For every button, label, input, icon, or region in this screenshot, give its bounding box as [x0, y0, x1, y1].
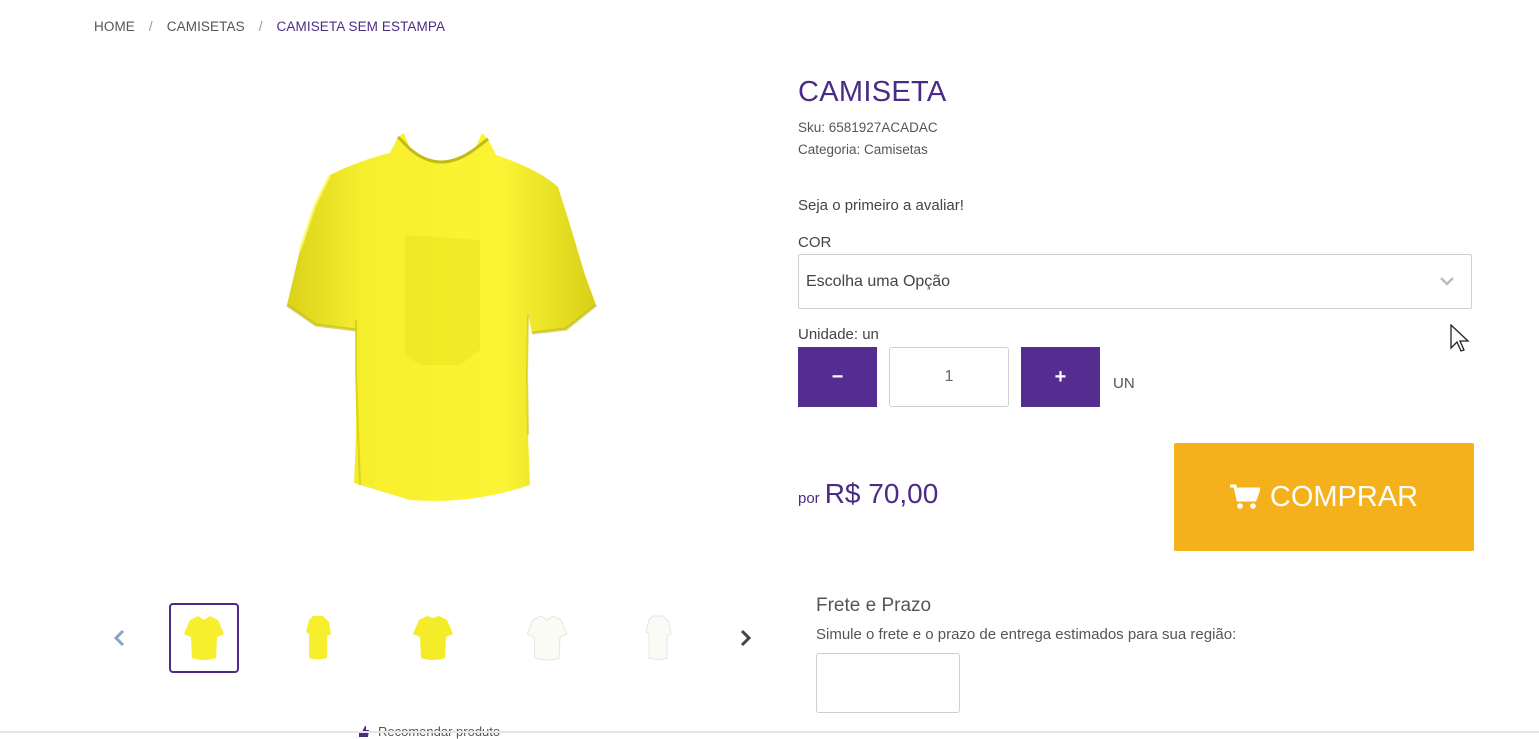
mouse-cursor-icon [1450, 324, 1470, 352]
buy-label: COMPRAR [1269, 480, 1419, 513]
unit-text: UN [1113, 375, 1135, 392]
breadcrumb-separator: / [258, 19, 263, 34]
yellow-tshirt-thumb [413, 616, 453, 660]
product-sku: Sku: 6581927ACADAC [798, 120, 938, 135]
increase-quantity-button[interactable]: + [1021, 347, 1100, 407]
tshirt-image [286, 133, 597, 501]
product-category: Categoria: Camisetas [798, 142, 928, 157]
zipcode-input[interactable] [816, 653, 960, 713]
gallery-thumb-3[interactable] [398, 603, 468, 673]
gallery-prev-arrow[interactable] [112, 628, 126, 648]
breadcrumb-home[interactable]: HOME [94, 19, 135, 34]
chevron-left-icon [113, 629, 125, 647]
breadcrumb-category[interactable]: CAMISETAS [167, 19, 245, 34]
breadcrumb: HOME / CAMISETAS / CAMISETA SEM ESTAMPA [94, 19, 445, 34]
shipping-title: Frete e Prazo [816, 595, 932, 616]
color-label: COR [798, 234, 832, 251]
yellow-tshirt-thumb [184, 616, 224, 660]
gallery-next-arrow[interactable] [739, 628, 753, 648]
yellow-tshirt-thumb [306, 616, 331, 660]
gallery-thumb-2[interactable] [283, 603, 353, 673]
price-block: por R$ 70,00 [798, 478, 938, 510]
product-price: R$ 70,00 [824, 478, 939, 509]
buy-button[interactable]: COMPRAR [1174, 443, 1474, 551]
rating-link[interactable]: Seja o primeiro a avaliar! [798, 197, 964, 214]
chevron-right-icon [740, 629, 752, 647]
quantity-input[interactable]: 1 [889, 347, 1009, 407]
color-select[interactable]: Escolha uma Opção [798, 254, 1472, 309]
breadcrumb-current: CAMISETA SEM ESTAMPA [276, 19, 446, 34]
cart-icon [1229, 484, 1260, 509]
unit-label: Unidade: un [798, 326, 879, 343]
product-title: CAMISETA [798, 76, 947, 108]
price-prefix: por [798, 490, 820, 507]
chevron-down-icon [1440, 277, 1454, 286]
gallery-thumb-1[interactable] [169, 603, 239, 673]
gallery-thumb-4[interactable] [512, 603, 582, 673]
decrease-quantity-button[interactable]: − [798, 347, 877, 407]
shipping-description: Simule o frete e o prazo de entrega esti… [816, 626, 1237, 643]
product-main-image[interactable] [270, 125, 610, 510]
white-tshirt-thumb [527, 615, 567, 661]
color-select-value: Escolha uma Opção [806, 272, 951, 290]
white-tshirt-thumb [645, 615, 672, 660]
breadcrumb-separator: / [148, 19, 153, 34]
gallery-thumb-5[interactable] [623, 603, 693, 673]
